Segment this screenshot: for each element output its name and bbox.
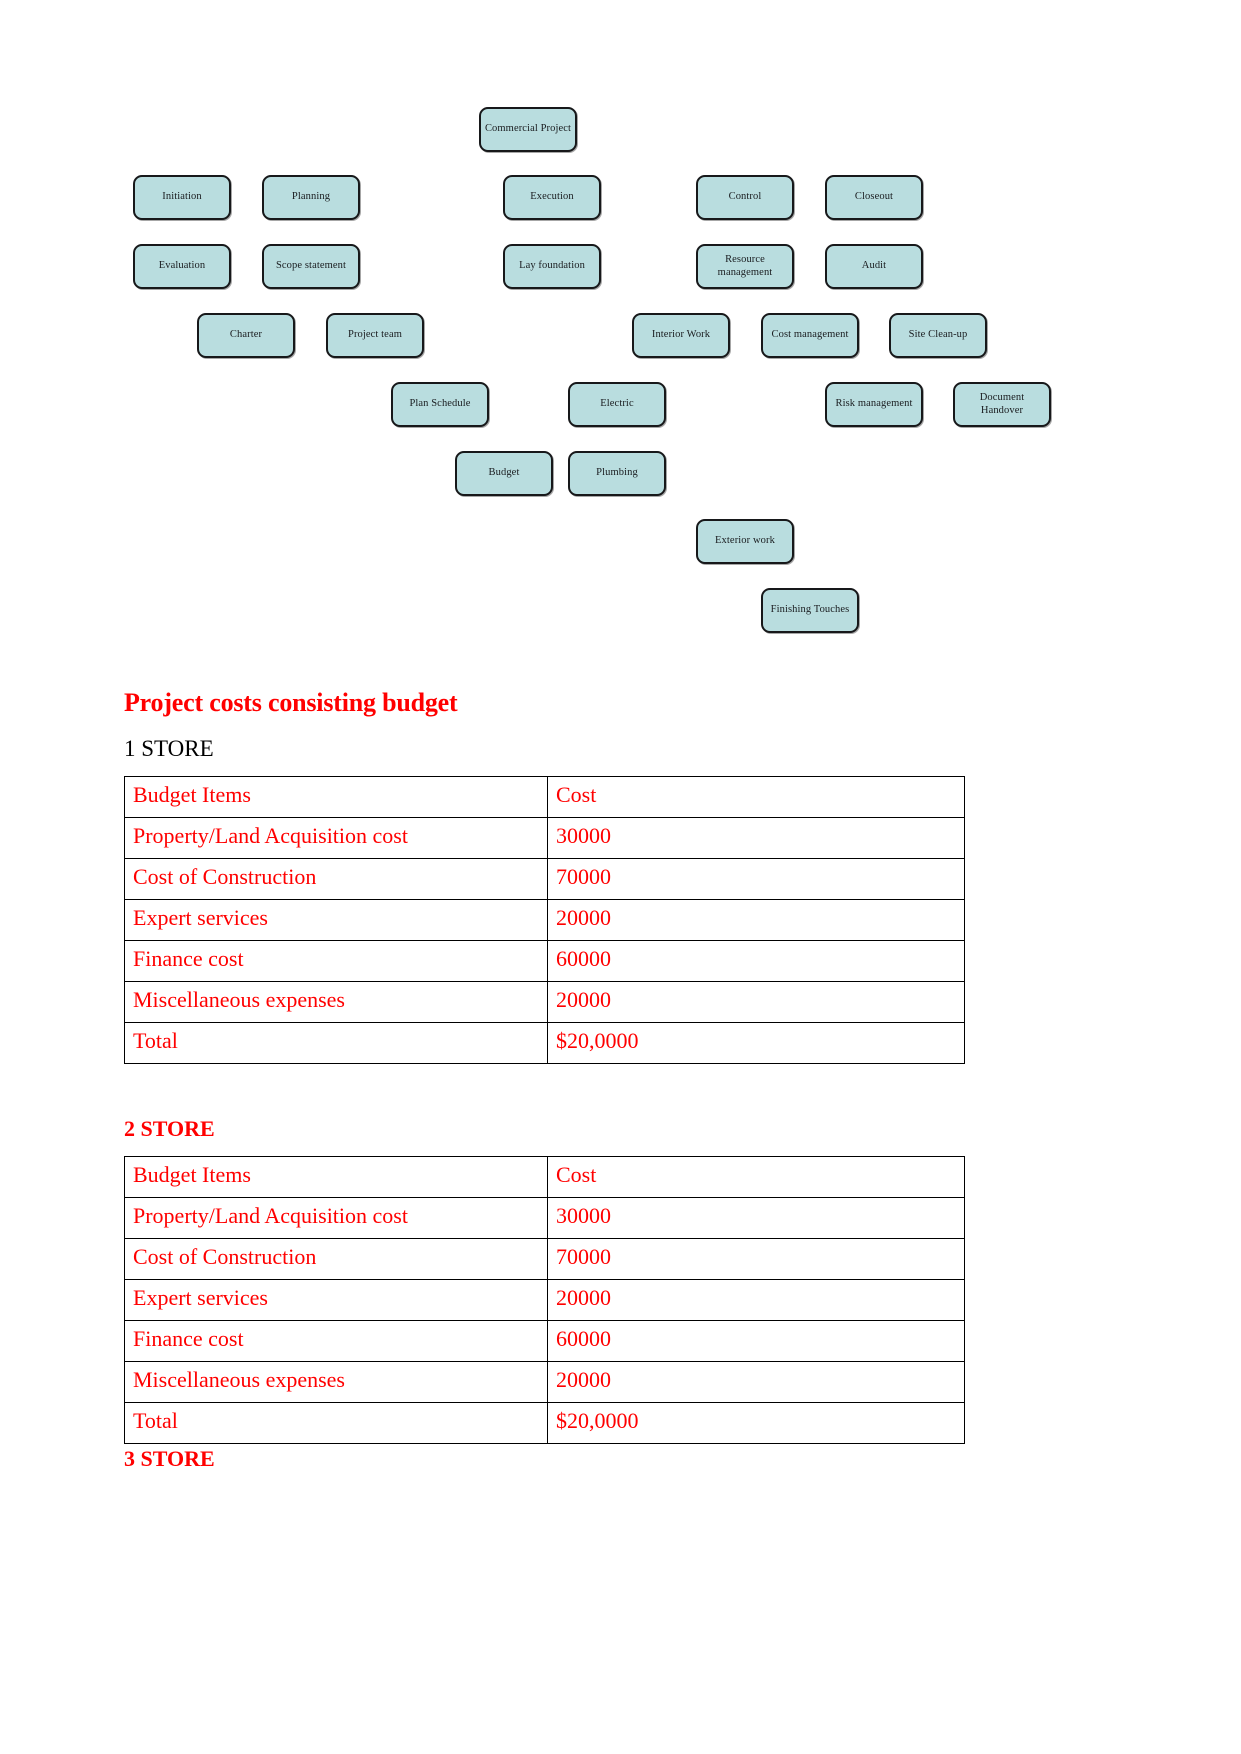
wbs-node-project-team: Project team [326,313,424,358]
wbs-node-document-handover: Document Handover [953,382,1051,427]
budget-item-cell: Total [124,1402,548,1444]
budget-item-cell: Total [124,1022,548,1064]
document-body: Project costs consisting budget 1 STORE … [0,660,1241,1472]
budget-item-cell: Expert services [124,899,548,941]
wbs-node-plan-schedule: Plan Schedule [391,382,489,427]
wbs-node-evaluation: Evaluation [133,244,231,289]
wbs-node-closeout: Closeout [825,175,923,220]
wbs-node-charter: Charter [197,313,295,358]
table-row: Budget Items Cost [124,1156,965,1198]
wbs-node-initiation: Initiation [133,175,231,220]
table-row: Total $20,0000 [124,1402,965,1444]
wbs-node-lay-foundation: Lay foundation [503,244,601,289]
wbs-node-electric: Electric [568,382,666,427]
wbs-node-resource-management: Resource management [696,244,794,289]
table-spacer [124,1064,1117,1098]
cost-cell: 60000 [547,940,965,982]
wbs-node-scope-statement: Scope statement [262,244,360,289]
cost-cell: 70000 [547,858,965,900]
budget-table-store-2: Budget Items Cost Property/Land Acquisitio… [124,1156,965,1444]
wbs-node-exterior-work: Exterior work [696,519,794,564]
wbs-node-interior-work: Interior Work [632,313,730,358]
cost-cell: $20,0000 [547,1022,965,1064]
wbs-node-control: Control [696,175,794,220]
cost-cell: $20,0000 [547,1402,965,1444]
budget-item-cell: Finance cost [124,1320,548,1362]
store-3-label: 3 STORE [124,1446,215,1471]
budget-item-cell: Property/Land Acquisition cost [124,1197,548,1239]
table-row: Expert services 20000 [124,899,965,941]
cost-cell: 20000 [547,1361,965,1403]
budget-item-cell: Cost of Construction [124,1238,548,1280]
wbs-node-planning: Planning [262,175,360,220]
cost-cell: 60000 [547,1320,965,1362]
wbs-node-audit: Audit [825,244,923,289]
table-row: Property/Land Acquisition cost 30000 [124,1197,965,1239]
wbs-node-finishing-touches: Finishing Touches [761,588,859,633]
page-title: Project costs consisting budget [124,688,458,717]
wbs-node-site-clean-up: Site Clean-up [889,313,987,358]
budget-item-cell: Miscellaneous expenses [124,1361,548,1403]
budget-item-cell: Budget Items [124,776,548,818]
budget-item-cell: Miscellaneous expenses [124,981,548,1023]
table-row: Budget Items Cost [124,776,965,818]
table-row: Finance cost 60000 [124,1320,965,1362]
cost-cell: 20000 [547,1279,965,1321]
table-row: Finance cost 60000 [124,940,965,982]
cost-cell: 30000 [547,1197,965,1239]
budget-table-store-1: Budget Items Cost Property/Land Acquisitio… [124,776,965,1064]
table-row: Property/Land Acquisition cost 30000 [124,817,965,859]
wbs-node-execution: Execution [503,175,601,220]
cost-cell: Cost [547,1156,965,1198]
table-row: Total $20,0000 [124,1022,965,1064]
wbs-node-commercial-project: Commercial Project [479,107,577,152]
budget-item-cell: Expert services [124,1279,548,1321]
budget-item-cell: Property/Land Acquisition cost [124,817,548,859]
wbs-node-cost-management: Cost management [761,313,859,358]
budget-item-cell: Budget Items [124,1156,548,1198]
budget-table-2-body: Budget Items Cost Property/Land Acquisitio… [124,1156,965,1444]
table-row: Miscellaneous expenses 20000 [124,981,965,1023]
wbs-node-budget: Budget [455,451,553,496]
cost-cell: 20000 [547,981,965,1023]
table-row: Cost of Construction 70000 [124,858,965,900]
budget-item-cell: Finance cost [124,940,548,982]
cost-cell: 70000 [547,1238,965,1280]
budget-table-1-body: Budget Items Cost Property/Land Acquisitio… [124,776,965,1064]
wbs-diagram: Commercial Project Initiation Planning Exec… [0,0,1241,660]
table-row: Expert services 20000 [124,1279,965,1321]
wbs-node-plumbing: Plumbing [568,451,666,496]
cost-cell: Cost [547,776,965,818]
cost-cell: 20000 [547,899,965,941]
table-row: Miscellaneous expenses 20000 [124,1361,965,1403]
store-1-label: 1 STORE [124,736,214,761]
table-row: Cost of Construction 70000 [124,1238,965,1280]
store-2-label: 2 STORE [124,1116,215,1141]
wbs-node-risk-management: Risk management [825,382,923,427]
budget-item-cell: Cost of Construction [124,858,548,900]
cost-cell: 30000 [547,817,965,859]
